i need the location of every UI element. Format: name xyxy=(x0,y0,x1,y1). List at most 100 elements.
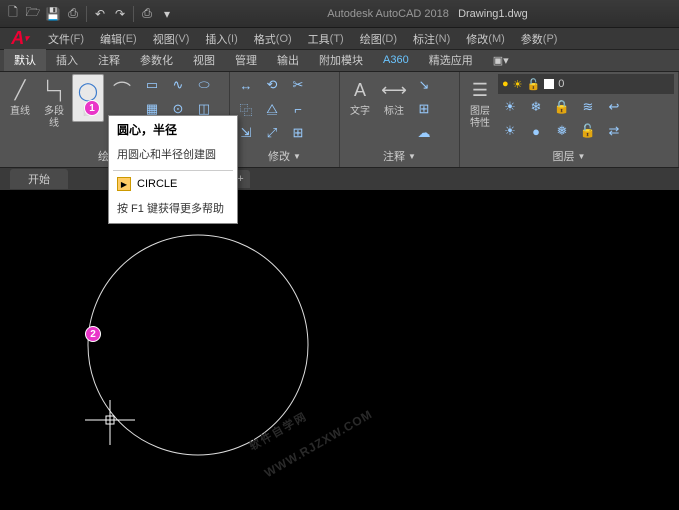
line-icon: ╱ xyxy=(6,76,34,104)
panel-title-layers[interactable]: 图层▼ xyxy=(464,147,674,165)
spline-icon[interactable]: ∿ xyxy=(166,74,190,96)
badge-2: 2 xyxy=(85,326,101,342)
layer-dropdown[interactable]: ● ☀ 🔓 0 xyxy=(498,74,674,94)
command-icon: ▶ xyxy=(117,177,131,191)
trim-icon[interactable]: ✂ xyxy=(286,74,310,96)
menu-bar: A▾ 文件(F) 编辑(E) 视图(V) 插入(I) 格式(O) 工具(T) 绘… xyxy=(0,28,679,50)
sun-icon: ☀ xyxy=(513,78,523,91)
autocad-logo-icon[interactable]: A▾ xyxy=(0,28,40,50)
layer-on-icon[interactable]: ☀ xyxy=(498,120,522,142)
menu-edit[interactable]: 编辑(E) xyxy=(92,28,145,50)
color-swatch xyxy=(544,79,554,89)
arc-button[interactable]: ⌒ xyxy=(106,74,138,106)
polyline-icon: └┐ xyxy=(40,76,68,104)
menu-view[interactable]: 视图(V) xyxy=(145,28,198,50)
layer-off-icon[interactable]: ● xyxy=(524,120,548,142)
menu-tools[interactable]: 工具(T) xyxy=(300,28,352,50)
modify-tools: ↔ ⟲ ✂ ⿻ ⧋ ⌐ ⇲ ⤢ ⊞ xyxy=(234,74,310,144)
panel-modify: ↔ ⟲ ✂ ⿻ ⧋ ⌐ ⇲ ⤢ ⊞ 修改▼ xyxy=(230,72,340,167)
layer-walk-icon[interactable]: ⇄ xyxy=(602,120,626,142)
window-title: Autodesk AutoCAD 2018 Drawing1.dwg xyxy=(176,8,679,20)
tab-manage[interactable]: 管理 xyxy=(225,49,267,71)
tab-parametric[interactable]: 参数化 xyxy=(130,49,183,71)
tooltip-description: 用圆心和半径创建圆 xyxy=(109,143,237,170)
layer-iso-icon[interactable]: ☀ xyxy=(498,96,522,118)
badge-1: 1 xyxy=(84,100,100,116)
title-bar: 🗋 🗁 💾 ⎙ ↶ ↷ ⎙ ▾ Autodesk AutoCAD 2018 Dr… xyxy=(0,0,679,28)
leader-icon[interactable]: ↘ xyxy=(412,74,436,96)
line-button[interactable]: ╱ 直线 xyxy=(4,74,36,120)
separator xyxy=(86,6,87,22)
cloud-icon[interactable]: ☁ xyxy=(412,122,436,144)
dim-button[interactable]: ⟷ 标注 xyxy=(378,74,410,120)
qat-undo-icon[interactable]: ↶ xyxy=(91,5,109,23)
array-icon[interactable]: ⊞ xyxy=(286,122,310,144)
layer-name: 0 xyxy=(558,78,564,90)
drawn-circle[interactable] xyxy=(88,235,308,455)
layer-thaw-icon[interactable]: ❅ xyxy=(550,120,574,142)
rotate-icon[interactable]: ⟲ xyxy=(260,74,284,96)
rect-icon[interactable]: ▭ xyxy=(140,74,164,96)
tab-annotate[interactable]: 注释 xyxy=(88,49,130,71)
panel-title-annotate[interactable]: 注释▼ xyxy=(344,147,455,165)
drawing-canvas[interactable]: 软件自学网 WWW.RJZXW.COM xyxy=(0,190,679,507)
fillet-icon[interactable]: ⌐ xyxy=(286,98,310,120)
menu-dim[interactable]: 标注(N) xyxy=(405,28,458,50)
qat-new-icon[interactable]: 🗋 xyxy=(4,5,22,23)
mirror-icon[interactable]: ⧋ xyxy=(260,98,284,120)
tab-default[interactable]: 默认 xyxy=(4,49,46,71)
document-tabs: 开始 × + xyxy=(0,168,679,190)
quick-access-toolbar: 🗋 🗁 💾 ⎙ ↶ ↷ ⎙ ▾ xyxy=(0,5,176,23)
lightbulb-icon: ● xyxy=(502,78,509,90)
lock-icon: 🔓 xyxy=(527,78,541,91)
qat-more-icon[interactable]: ▾ xyxy=(158,5,176,23)
ribbon-tabs: 默认 插入 注释 参数化 视图 管理 输出 附加模块 A360 精选应用 ▣▾ xyxy=(0,50,679,72)
separator xyxy=(133,6,134,22)
menu-draw[interactable]: 绘图(D) xyxy=(352,28,405,50)
tab-a360[interactable]: A360 xyxy=(373,49,419,71)
draw-small-tools: ▭ ∿ ⬭ ▦ ⊙ ◫ xyxy=(140,74,216,120)
tooltip-title: 圆心，半径 xyxy=(109,116,237,143)
layer-freeze-icon[interactable]: ❄ xyxy=(524,96,548,118)
app-name: Autodesk AutoCAD 2018 xyxy=(327,8,449,20)
tab-view[interactable]: 视图 xyxy=(183,49,225,71)
layer-unlock-icon[interactable]: 🔓 xyxy=(576,120,600,142)
layers-icon: ☰ xyxy=(466,76,494,104)
layer-prev-icon[interactable]: ↩ xyxy=(602,96,626,118)
tab-addins[interactable]: 附加模块 xyxy=(309,49,373,71)
text-button[interactable]: A 文字 xyxy=(344,74,376,120)
move-icon[interactable]: ↔ xyxy=(234,74,258,96)
menu-insert[interactable]: 插入(I) xyxy=(197,28,245,50)
text-icon: A xyxy=(346,76,374,104)
panel-layers: ☰ 图层 特性 ● ☀ 🔓 0 ☀ ❄ 🔒 ≋ ↩ xyxy=(460,72,679,167)
dimension-icon: ⟷ xyxy=(380,76,408,104)
tab-featured[interactable]: 精选应用 xyxy=(419,49,483,71)
qat-save-icon[interactable]: 💾 xyxy=(44,5,62,23)
layer-match-icon[interactable]: ≋ xyxy=(576,96,600,118)
tab-expand-icon[interactable]: ▣▾ xyxy=(483,49,519,71)
tab-output[interactable]: 输出 xyxy=(267,49,309,71)
circle-tooltip: 圆心，半径 用圆心和半径创建圆 ▶ CIRCLE 按 F1 键获得更多帮助 xyxy=(108,115,238,224)
tab-start[interactable]: 开始 xyxy=(10,169,68,189)
menu-format[interactable]: 格式(O) xyxy=(246,28,300,50)
layer-lock-icon[interactable]: 🔒 xyxy=(550,96,574,118)
menu-param[interactable]: 参数(P) xyxy=(513,28,566,50)
panel-title-modify[interactable]: 修改▼ xyxy=(234,147,335,165)
ribbon: ╱ 直线 └┐ 多段线 ◯ 圆 ⌒ ▭ ∿ ⬭ ▦ ⊙ ◫ 绘图 xyxy=(0,72,679,168)
file-name: Drawing1.dwg xyxy=(458,8,528,20)
ellipse-icon[interactable]: ⬭ xyxy=(192,74,216,96)
qat-print-icon[interactable]: ⎙ xyxy=(138,5,156,23)
menu-modify[interactable]: 修改(M) xyxy=(458,28,513,50)
table-icon[interactable]: ⊞ xyxy=(412,98,436,120)
menu-file[interactable]: 文件(F) xyxy=(40,28,92,50)
tooltip-command: ▶ CIRCLE xyxy=(109,171,237,197)
layer-props-button[interactable]: ☰ 图层 特性 xyxy=(464,74,496,132)
polyline-button[interactable]: └┐ 多段线 xyxy=(38,74,70,132)
qat-redo-icon[interactable]: ↷ xyxy=(111,5,129,23)
qat-open-icon[interactable]: 🗁 xyxy=(24,5,42,23)
tab-insert[interactable]: 插入 xyxy=(46,49,88,71)
scale-icon[interactable]: ⤢ xyxy=(260,122,284,144)
qat-saveas-icon[interactable]: ⎙ xyxy=(64,5,82,23)
panel-annotate: A 文字 ⟷ 标注 ↘ ⊞ ☁ 注释▼ xyxy=(340,72,460,167)
arc-icon: ⌒ xyxy=(108,76,136,104)
